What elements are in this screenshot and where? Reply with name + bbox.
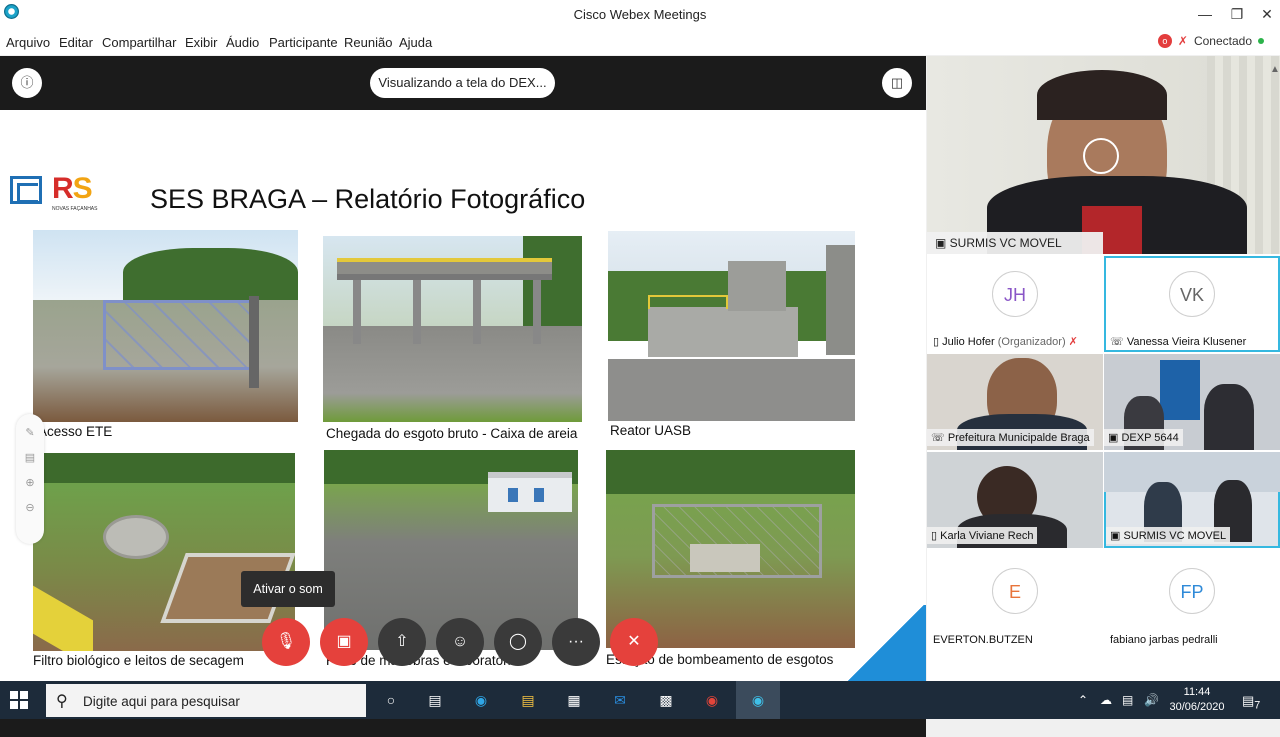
menu-participante[interactable]: Participante (269, 35, 338, 50)
viewing-indicator[interactable]: Visualizando a tela do DEX... (370, 68, 555, 98)
participant-name: ▣ DEXP 5644 (1104, 429, 1183, 446)
participant-name: ☏ Vanessa Vieira Klusener (1110, 336, 1247, 348)
avatar: JH (992, 271, 1038, 317)
unmute-button[interactable]: 🎙 (262, 618, 310, 666)
participant-tile[interactable]: VK ☏ Vanessa Vieira Klusener (1104, 256, 1280, 352)
meeting-controls: 🎙 ▣ ⇧ ☺ ◯ ··· ✕ (262, 618, 658, 666)
caption-filtro-biologico: Filtro biológico e leitos de secagem (33, 653, 244, 668)
participant-name: ☏ Prefeitura Municipalde Braga (927, 429, 1094, 446)
start-video-button[interactable]: ▣ (320, 618, 368, 666)
task-view-icon[interactable]: ▤ (424, 689, 446, 711)
search-icon: ⚲ (56, 693, 68, 710)
participants-button[interactable]: ☺ (436, 618, 484, 666)
participant-name: fabiano jarbas pedralli (1110, 634, 1218, 646)
photo-filtro-biologico (33, 453, 295, 651)
eraser-icon[interactable]: ▤ (16, 451, 44, 464)
status-text: Conectado (1193, 34, 1252, 48)
muted-mic-icon: ✗ (1177, 34, 1188, 48)
avatar: FP (1169, 568, 1215, 614)
clock-time: 11:44 (1183, 686, 1211, 698)
photo-chegada-esgoto (323, 236, 582, 422)
participant-tile[interactable]: ☏ Prefeitura Municipalde Braga (927, 354, 1103, 450)
zoom-out-icon[interactable]: ⊖ (16, 501, 44, 514)
rs-logo: RS (52, 172, 93, 205)
taskbar-search-box[interactable]: ⚲ Digite aqui para pesquisar (46, 684, 366, 717)
menu-compartilhar[interactable]: Compartilhar (102, 35, 176, 50)
share-toolbar: ⓘ Visualizando a tela do DEX... ◫ (0, 56, 926, 108)
participant-tile[interactable]: FP fabiano jarbas pedralli (1104, 550, 1280, 650)
rs-logo-subtitle: NOVAS FAÇANHAS (52, 206, 98, 212)
restore-button[interactable]: ❐ (1222, 4, 1252, 24)
avatar: E (992, 568, 1038, 614)
layout-toggle-icon[interactable]: ◫ (882, 68, 912, 98)
cloud-icon[interactable]: ☁ (1100, 693, 1112, 707)
menu-exibir[interactable]: Exibir (185, 35, 218, 50)
chat-button[interactable]: ◯ (494, 618, 542, 666)
participant-name: ▯ Julio Hofer (Organizador) ✗ (933, 336, 1078, 348)
caption-acesso-ete: Acesso ETE (38, 424, 113, 439)
photo-reator-uasb (608, 231, 855, 421)
menu-ajuda[interactable]: Ajuda (399, 35, 432, 50)
tray-expand-icon[interactable]: ⌃ (1078, 693, 1088, 707)
cortana-icon[interactable]: ○ (380, 689, 402, 711)
edge-icon[interactable]: ◉ (470, 689, 492, 711)
participant-tile[interactable]: E EVERTON.BUTZEN (927, 550, 1103, 650)
windows-taskbar: ⚲ Digite aqui para pesquisar ○ ▤ ◉ ▤ ▦ ✉… (0, 681, 1280, 719)
participant-name: ▣ SURMIS VC MOVEL (1106, 527, 1231, 544)
store-icon[interactable]: ▦ (563, 689, 585, 711)
presentation-slide: RS NOVAS FAÇANHAS SES BRAGA – Relatório … (0, 110, 926, 683)
participant-tile[interactable]: ▣ DEXP 5644 (1104, 354, 1280, 450)
caption-chegada-esgoto: Chegada do esgoto bruto - Caixa de areia (326, 426, 578, 441)
caption-reator-uasb: Reator UASB (610, 423, 692, 438)
clock-date: 30/06/2020 (1169, 701, 1225, 713)
slide-decoration (844, 605, 926, 683)
volume-icon[interactable]: 🔊 (1144, 693, 1159, 707)
connection-status: o ✗ Conectado (1157, 34, 1264, 48)
participant-tile[interactable]: JH ▯ Julio Hofer (Organizador) ✗ (927, 256, 1103, 352)
pen-icon[interactable]: ✎ (16, 426, 44, 439)
remote-desktop-icon[interactable]: ▩ (655, 689, 677, 711)
shared-screen-area: ⓘ Visualizando a tela do DEX... ◫ RS NOV… (0, 56, 926, 737)
menu-reuniao[interactable]: Reunião (344, 35, 392, 50)
menu-bar: Arquivo Editar Compartilhar Exibir Áudio… (0, 30, 1280, 55)
menu-audio[interactable]: Áudio (226, 35, 259, 50)
network-icon[interactable]: ▤ (1122, 693, 1133, 707)
more-options-button[interactable]: ··· (552, 618, 600, 666)
search-placeholder: Digite aqui para pesquisar (83, 694, 240, 709)
windows-start-icon[interactable] (10, 691, 28, 709)
window-title: Cisco Webex Meetings (573, 7, 707, 22)
corsan-logo-icon (10, 176, 42, 204)
participant-name: EVERTON.BUTZEN (933, 634, 1033, 646)
info-icon[interactable]: ⓘ (12, 68, 42, 98)
menu-arquivo[interactable]: Arquivo (6, 35, 50, 50)
active-speaker-video[interactable] (927, 56, 1280, 254)
leave-meeting-button[interactable]: ✕ (610, 618, 658, 666)
close-window-button[interactable]: ✕ (1252, 4, 1280, 24)
share-button[interactable]: ⇧ (378, 618, 426, 666)
participant-tile[interactable]: ▣ SURMIS VC MOVEL (1104, 452, 1280, 548)
menu-editar[interactable]: Editar (59, 35, 93, 50)
participant-name: ▯ Karla Viviane Rech (927, 527, 1038, 544)
participant-video-panel: ▣ SURMIS VC MOVEL ▲ JH ▯ Julio Hofer (Or… (927, 56, 1280, 681)
avatar: VK (1169, 271, 1215, 317)
recording-icon: o (1157, 34, 1172, 48)
annotation-toolbar: ✎ ▤ ⊕ ⊖ (16, 414, 44, 544)
chrome-icon[interactable]: ◉ (701, 689, 723, 711)
slide-title: SES BRAGA – Relatório Fotográfico (150, 184, 586, 214)
file-explorer-icon[interactable]: ▤ (517, 689, 539, 711)
title-bar: Cisco Webex Meetings — ❐ ✕ (0, 0, 1280, 30)
taskbar-clock[interactable]: 11:44 30/06/2020 (1168, 685, 1226, 715)
zoom-in-icon[interactable]: ⊕ (16, 476, 44, 489)
connected-indicator-icon (1258, 38, 1264, 44)
notifications-icon[interactable]: ▤7 (1242, 693, 1260, 712)
participant-tile[interactable]: ▯ Karla Viviane Rech (927, 452, 1103, 548)
photo-acesso-ete (33, 230, 298, 422)
minimize-button[interactable]: — (1190, 4, 1220, 24)
scroll-up-icon[interactable]: ▲ (1270, 64, 1280, 84)
unmute-tooltip: Ativar o som (241, 571, 335, 607)
mail-icon[interactable]: ✉ (609, 689, 631, 711)
active-speaker-label: ▣ SURMIS VC MOVEL (927, 232, 1103, 254)
webex-taskbar-icon[interactable]: ◉ (747, 689, 769, 711)
